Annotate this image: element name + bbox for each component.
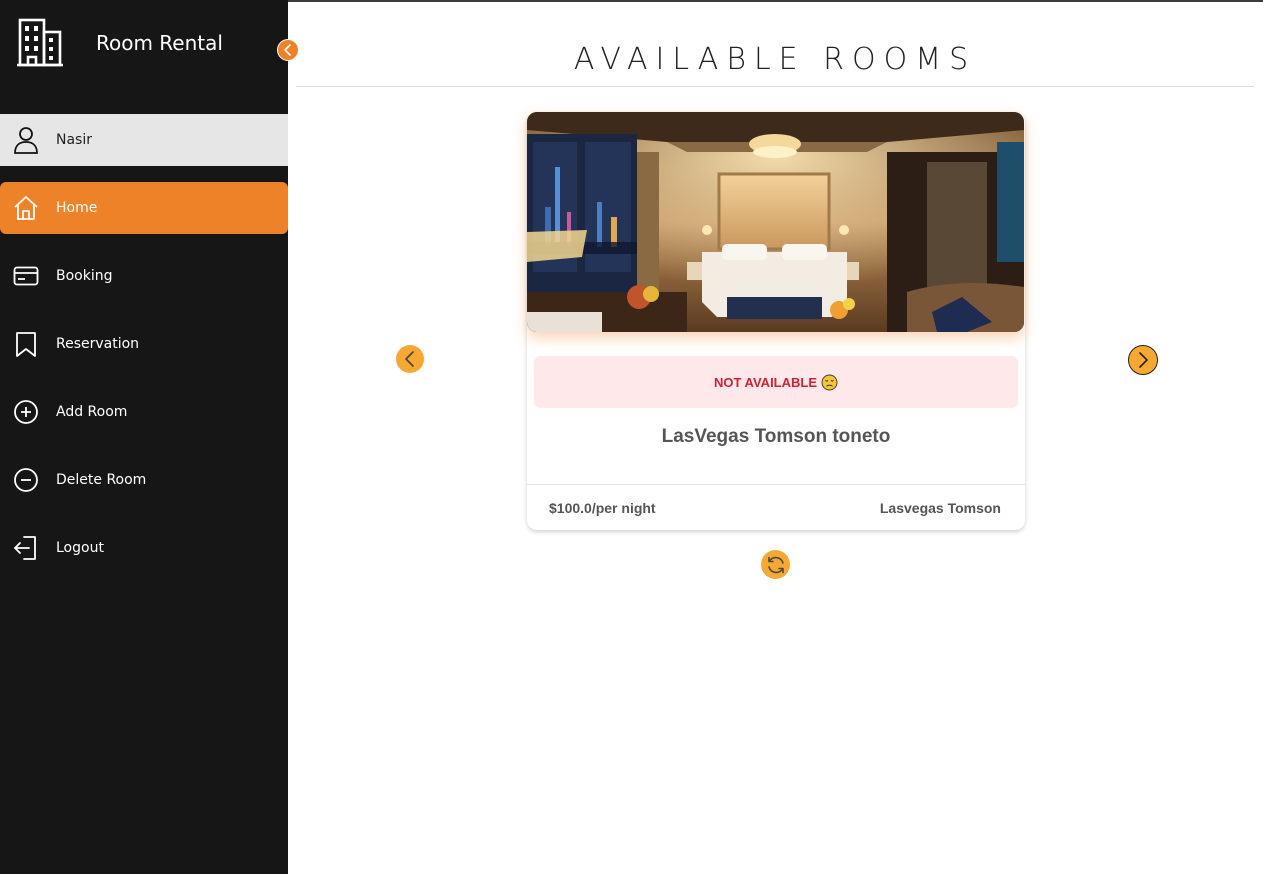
plus-circle-icon — [14, 400, 38, 424]
sidebar-item-label: Home — [56, 200, 98, 216]
sidebar-item-label: Booking — [56, 268, 113, 284]
disappointed-face-icon — [821, 374, 838, 390]
room-name: LasVegas Tomson toneto — [661, 426, 891, 447]
status-text: NOT AVAILABLE — [713, 374, 818, 390]
app-title: Room Rental — [96, 31, 223, 55]
room-photo — [527, 112, 1024, 332]
building-icon — [17, 18, 63, 67]
carousel-prev-button[interactable] — [396, 345, 424, 373]
sidebar-item-label: Add Room — [56, 404, 128, 420]
sidebar-item-home[interactable]: Home — [0, 182, 288, 234]
room-location: Lasvegas Tomson — [879, 500, 1001, 516]
card-divider — [527, 484, 1025, 485]
sidebar-collapse-button[interactable] — [277, 39, 299, 61]
chevron-right-icon — [1139, 352, 1148, 368]
user-profile[interactable]: Nasir — [0, 114, 288, 166]
sidebar-item-label: Delete Room — [56, 472, 147, 488]
room-price: $100.0/per night — [549, 500, 656, 516]
sidebar-item-logout[interactable]: Logout — [0, 522, 288, 574]
sidebar-item-add-room[interactable]: Add Room — [0, 386, 288, 438]
hotel-room-image — [527, 112, 1024, 332]
user-name: Nasir — [56, 132, 92, 148]
refresh-icon — [767, 556, 784, 573]
sidebar-item-label: Reservation — [56, 336, 140, 352]
title-divider — [296, 86, 1254, 87]
availability-status: NOT AVAILABLE — [534, 356, 1018, 408]
sidebar-item-label: Logout — [56, 540, 104, 556]
refresh-button[interactable] — [761, 550, 790, 579]
chevron-left-icon — [405, 351, 414, 367]
sidebar-item-booking[interactable]: Booking — [0, 250, 288, 302]
room-card: NOT AVAILABLE LasVegas Tomson toneto $10… — [527, 112, 1025, 530]
logout-icon — [14, 536, 36, 560]
sidebar-item-delete-room[interactable]: Delete Room — [0, 454, 288, 506]
minus-circle-icon — [14, 468, 38, 492]
credit-card-icon — [13, 266, 39, 286]
carousel-next-button[interactable] — [1128, 345, 1158, 375]
sidebar: Room Rental Nasir Home Booking Reservati… — [0, 0, 288, 874]
bookmark-icon — [16, 332, 36, 357]
page-title: AVAILABLE ROOMS — [573, 42, 977, 77]
chevron-left-icon — [284, 44, 291, 56]
brand-header: Room Rental — [0, 0, 288, 88]
user-icon — [14, 127, 38, 154]
sidebar-item-reservation[interactable]: Reservation — [0, 318, 288, 370]
home-icon — [14, 196, 38, 220]
